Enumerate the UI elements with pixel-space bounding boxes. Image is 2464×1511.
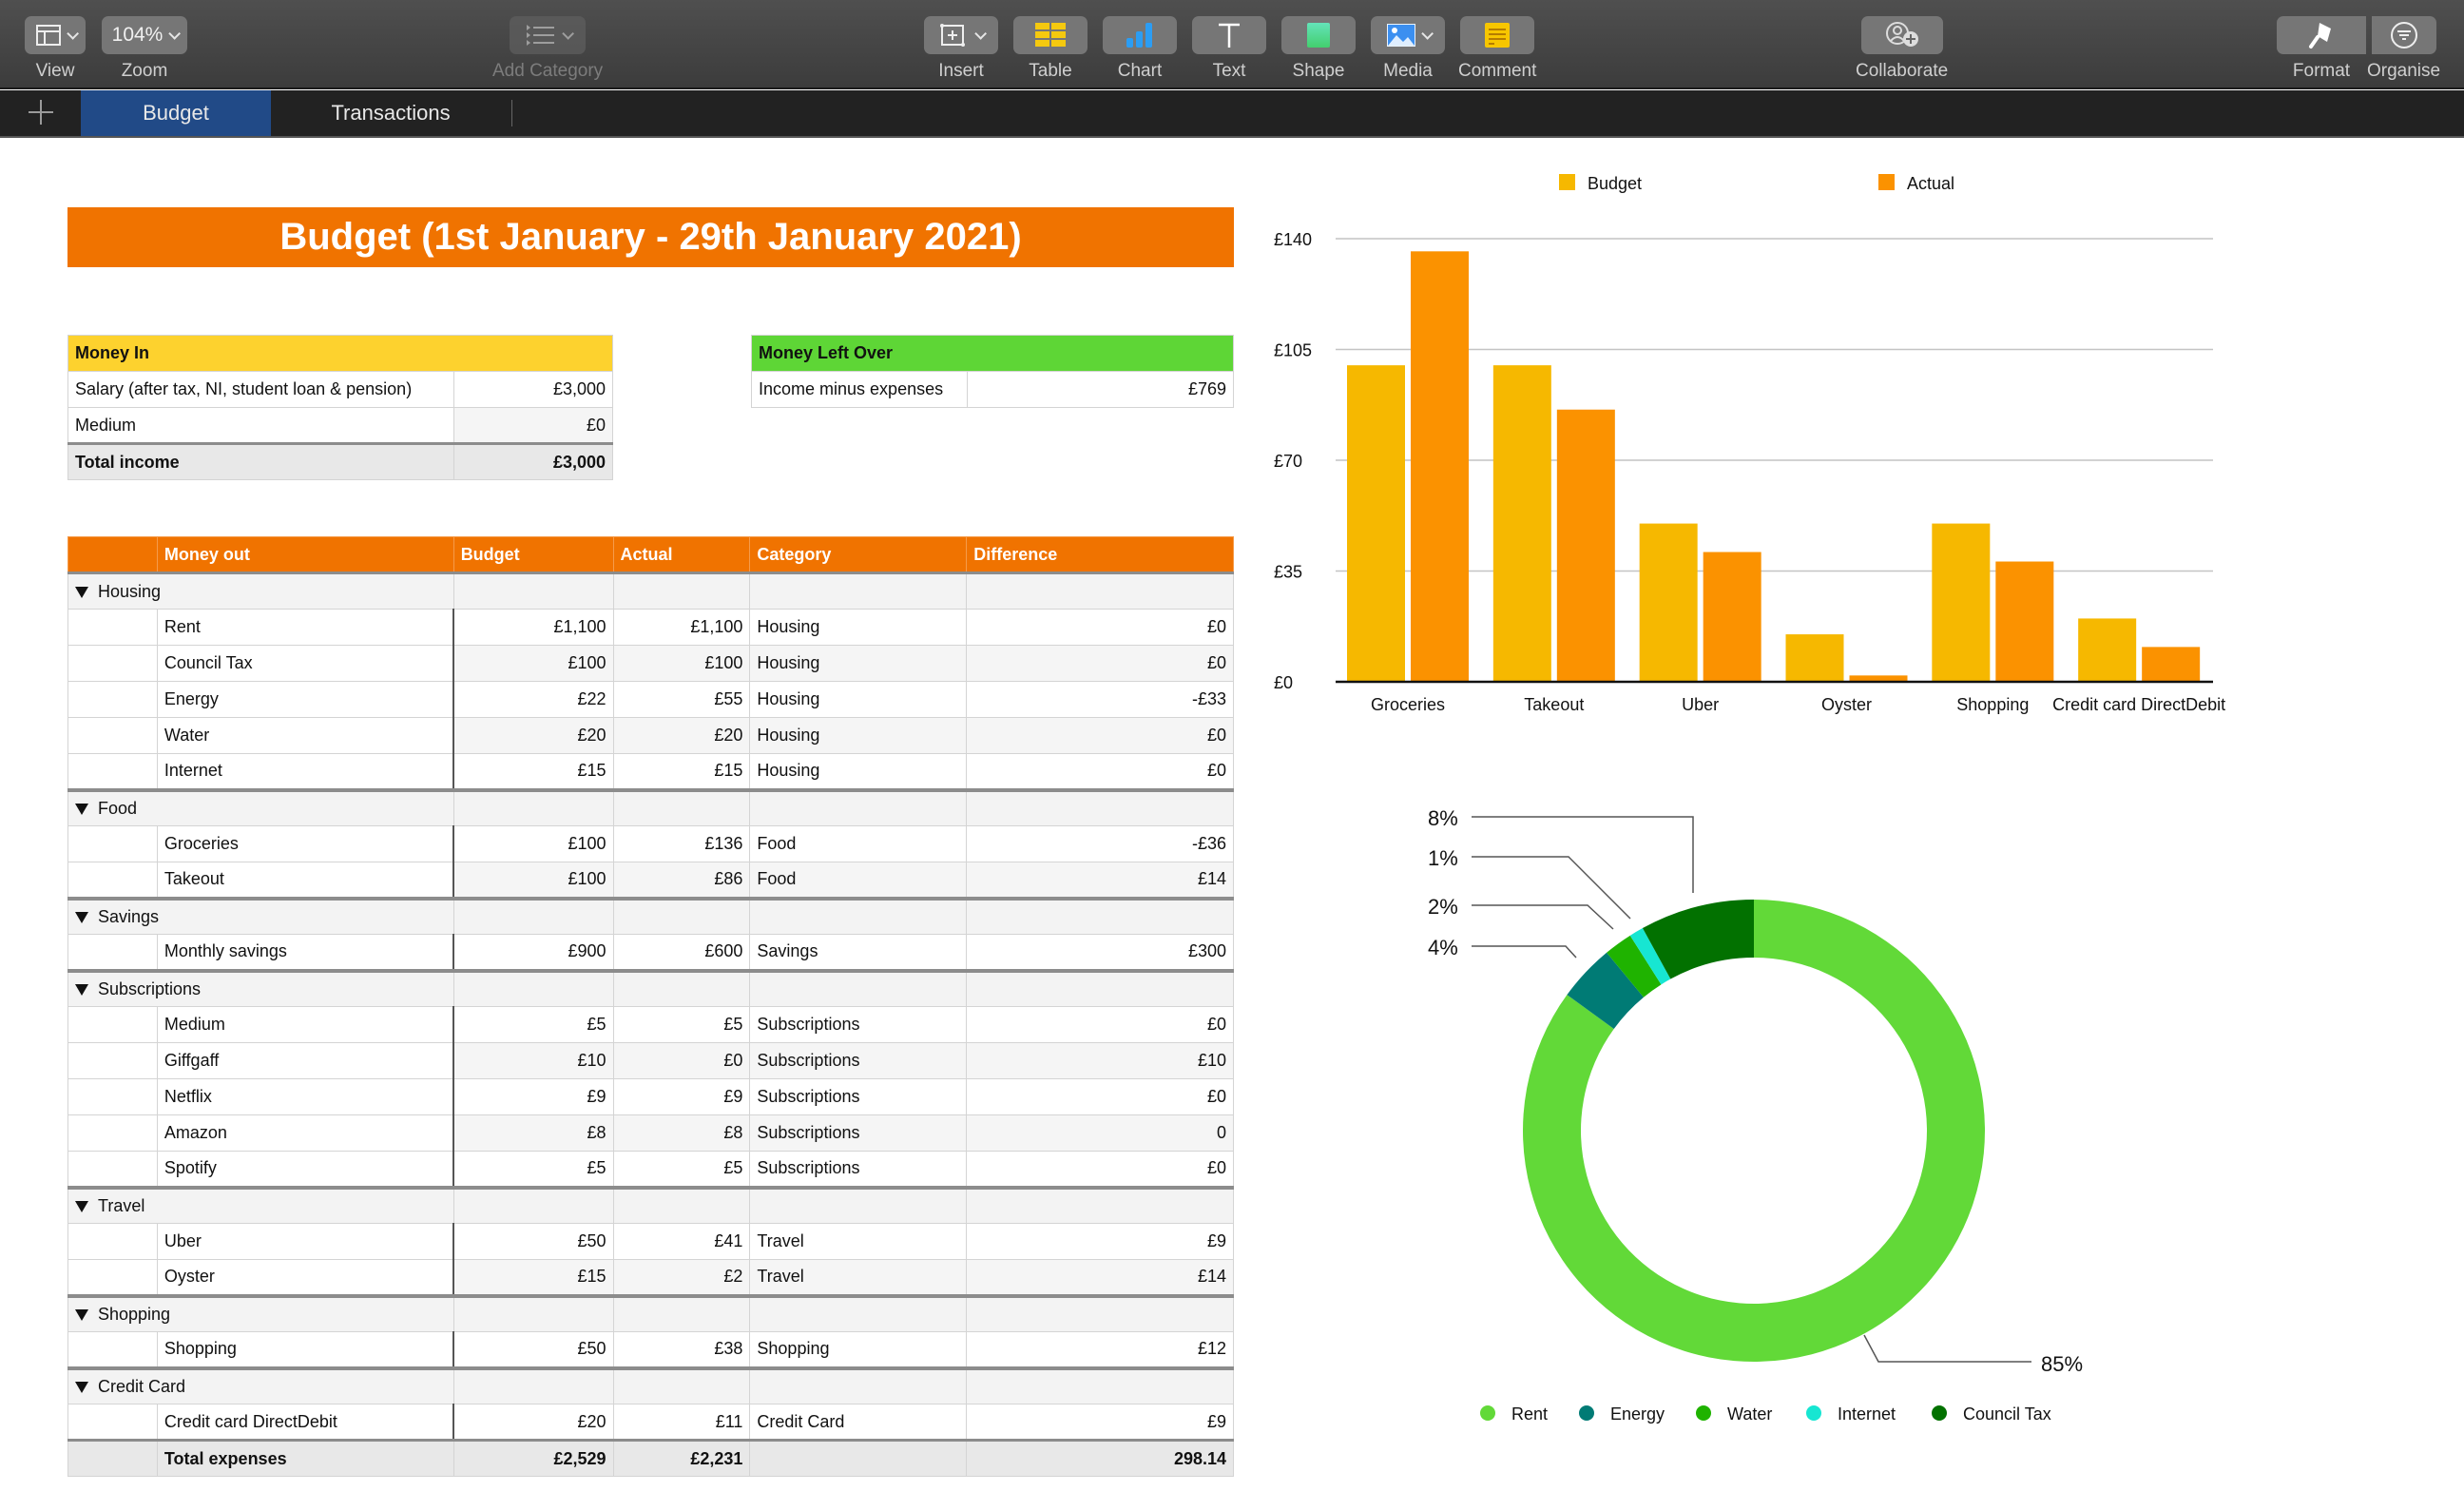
x-tick-label: Credit card DirectDebit xyxy=(2052,695,2225,714)
legend-label: Council Tax xyxy=(1963,1404,2051,1424)
y-tick-label: £105 xyxy=(1274,341,1312,360)
legend-label: Water xyxy=(1727,1404,1772,1424)
bar-actual-takeout[interactable] xyxy=(1556,409,1615,682)
data-label-council-tax: 8% xyxy=(1428,806,1458,830)
legend-dot-council-tax xyxy=(1932,1405,1947,1421)
bar-budget-takeout[interactable] xyxy=(1492,365,1551,682)
legend-dot-energy xyxy=(1579,1405,1594,1421)
legend-dot-rent xyxy=(1480,1405,1495,1421)
x-tick-label: Shopping xyxy=(1956,695,2029,714)
leader-line xyxy=(1472,945,1577,959)
bar-actual-credit-card-directdebit[interactable] xyxy=(2142,647,2201,682)
legend-label: Energy xyxy=(1610,1404,1665,1424)
x-tick-label: Groceries xyxy=(1371,695,1445,714)
legend-dot-internet xyxy=(1806,1405,1821,1421)
bar-actual-groceries[interactable] xyxy=(1411,251,1469,682)
legend-dot-water xyxy=(1696,1405,1711,1421)
y-tick-label: £35 xyxy=(1274,563,1302,582)
data-label-energy: 4% xyxy=(1428,936,1458,959)
y-tick-label: £140 xyxy=(1274,230,1312,249)
bar-budget-oyster[interactable] xyxy=(1785,634,1844,682)
x-tick-label: Takeout xyxy=(1524,695,1584,714)
legend-label: Actual xyxy=(1907,174,1954,193)
bar-budget-credit-card-directdebit[interactable] xyxy=(2078,618,2137,682)
donut-chart[interactable]: 85% 4% 2% 1% 8% Rent Energy Water Internet Counci… xyxy=(1428,806,2083,1424)
leader-line xyxy=(1863,1334,2031,1363)
y-tick-label: £0 xyxy=(1274,673,1293,692)
y-tick-label: £70 xyxy=(1274,452,1302,471)
legend-swatch-actual xyxy=(1878,174,1895,190)
legend-swatch-budget xyxy=(1559,174,1575,190)
data-label-rent: 85% xyxy=(2041,1352,2083,1376)
legend-label: Rent xyxy=(1511,1404,1548,1424)
bar-chart[interactable]: Budget Actual £0 £35 £70 £105 £140 Groceries Tak… xyxy=(1274,174,2225,714)
bar-budget-uber[interactable] xyxy=(1639,523,1698,682)
bar-actual-uber[interactable] xyxy=(1703,552,1761,682)
legend-label: Budget xyxy=(1588,174,1642,193)
data-label-water: 2% xyxy=(1428,895,1458,919)
bar-budget-groceries[interactable] xyxy=(1347,365,1405,682)
x-tick-label: Oyster xyxy=(1821,695,1872,714)
legend-label: Internet xyxy=(1838,1404,1896,1424)
bar-actual-shopping[interactable] xyxy=(1995,561,2054,682)
bar-budget-shopping[interactable] xyxy=(1932,523,1991,682)
x-tick-label: Uber xyxy=(1682,695,1719,714)
leader-line xyxy=(1472,816,1694,893)
charts-layer: Budget Actual £0 £35 £70 £105 £140 Groceries Tak… xyxy=(1274,174,2225,1424)
data-label-internet: 1% xyxy=(1428,846,1458,870)
leader-line xyxy=(1472,904,1614,930)
leader-line xyxy=(1472,856,1631,920)
